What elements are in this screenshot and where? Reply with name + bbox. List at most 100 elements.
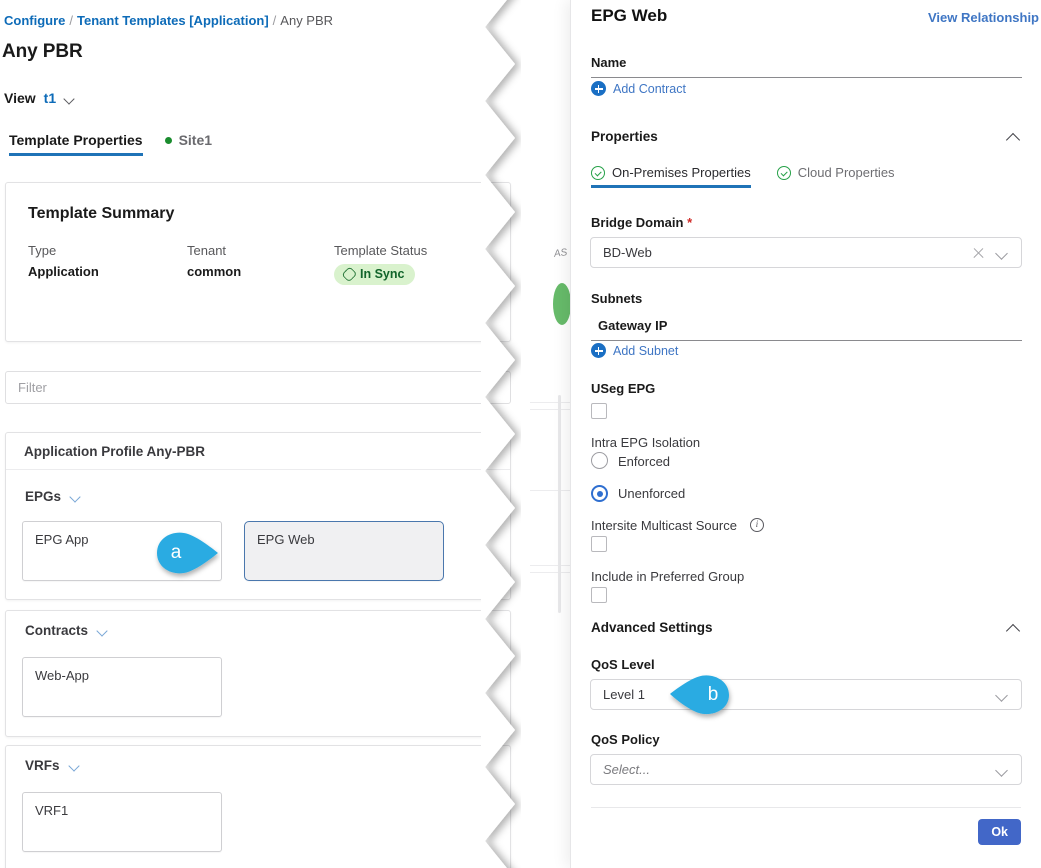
background-divider (530, 565, 570, 566)
status-badge-label: In Sync (360, 267, 405, 281)
background-divider (530, 409, 570, 410)
check-circle-icon (591, 165, 605, 180)
tab-on-premises-properties-label: On-Premises Properties (612, 165, 751, 180)
clear-icon[interactable] (972, 246, 985, 259)
plus-icon (591, 343, 606, 358)
radio-unenforced[interactable] (591, 485, 608, 502)
view-selector[interactable]: View t1 (4, 90, 75, 106)
contract-card-web-app-label: Web-App (35, 668, 89, 683)
epg-card-web-label: EPG Web (257, 532, 315, 547)
subnets-label: Subnets (591, 291, 643, 306)
summary-field-type: Type Application (28, 243, 99, 279)
bridge-domain-select[interactable]: BD-Web (590, 237, 1022, 268)
info-icon[interactable]: i (750, 518, 764, 532)
summary-field-tenant-value: common (187, 264, 242, 279)
qos-policy-select[interactable]: Select... (590, 754, 1022, 785)
include-preferred-group-checkbox[interactable] (591, 587, 607, 603)
ok-button[interactable]: Ok (978, 819, 1021, 845)
contract-card-web-app[interactable]: Web-App (22, 657, 222, 717)
bridge-domain-label: Bridge Domain * (591, 215, 692, 230)
status-badge: In Sync (334, 264, 416, 285)
chevron-down-icon[interactable] (69, 760, 80, 771)
torn-paper-edge (481, 0, 515, 868)
qos-policy-placeholder: Select... (603, 762, 650, 777)
vrf-card-vrf1-label: VRF1 (35, 803, 69, 818)
contracts-card: Contracts Web-App (5, 610, 511, 737)
filter-input[interactable]: Filter (5, 371, 511, 404)
background-partial-text: AS (553, 247, 569, 260)
group-header-contracts-label: Contracts (25, 623, 89, 638)
useg-epg-checkbox[interactable] (591, 403, 607, 419)
include-preferred-group-label: Include in Preferred Group (591, 569, 745, 584)
breadcrumb-current: Any PBR (280, 13, 334, 28)
epg-card-app-label: EPG App (35, 532, 89, 547)
link-icon (341, 266, 358, 283)
add-subnet-button[interactable]: Add Subnet (591, 343, 678, 358)
template-summary-card: Template Summary Type Application Tenant… (5, 182, 511, 342)
application-profile-header: Application Profile Any-PBR (6, 433, 510, 470)
background-sliver: AS (516, 0, 570, 868)
chevron-down-icon[interactable] (97, 625, 108, 636)
breadcrumb-link-tenant-templates[interactable]: Tenant Templates [Application] (77, 13, 269, 28)
summary-field-status: Template Status In Sync (334, 243, 427, 285)
callout-b: b (668, 670, 740, 722)
properties-section-title: Properties (591, 129, 658, 144)
template-summary-title: Template Summary (28, 205, 175, 222)
template-tabs: Template Properties Site1 (0, 132, 516, 156)
chevron-up-icon-advanced[interactable] (1007, 621, 1021, 635)
add-contract-label: Add Contract (613, 81, 686, 96)
bridge-domain-value: BD-Web (603, 245, 652, 260)
breadcrumb-separator-2: / (272, 13, 277, 28)
tab-site1[interactable]: Site1 (164, 132, 212, 156)
qos-policy-label: QoS Policy (591, 732, 660, 747)
panel-footer-divider (591, 807, 1021, 808)
callout-b-letter: b (707, 684, 719, 705)
chevron-down-icon[interactable] (996, 766, 1008, 778)
tab-cloud-properties-label: Cloud Properties (797, 165, 895, 180)
chevron-down-icon[interactable] (64, 93, 75, 104)
chevron-up-icon-properties[interactable] (1007, 130, 1021, 144)
breadcrumb-link-configure[interactable]: Configure (4, 13, 65, 28)
tab-on-premises-properties[interactable]: On-Premises Properties (591, 165, 751, 188)
add-subnet-label: Add Subnet (613, 343, 679, 358)
page-title: Any PBR (2, 41, 83, 62)
chevron-down-icon[interactable] (996, 249, 1008, 261)
radio-enforced[interactable] (591, 452, 608, 469)
background-green-shape (553, 283, 570, 325)
subnets-header-underline (591, 340, 1022, 341)
summary-field-tenant: Tenant common (187, 243, 241, 279)
tab-cloud-properties[interactable]: Cloud Properties (776, 165, 895, 188)
application-profile-card: Application Profile Any-PBR EPGs EPG App… (5, 432, 511, 600)
qos-level-value: Level 1 (603, 687, 645, 702)
view-relationship-link[interactable]: View Relationship (928, 10, 1039, 25)
intra-epg-isolation-label: Intra EPG Isolation (591, 435, 701, 450)
chevron-down-icon[interactable] (996, 691, 1008, 703)
chevron-down-icon[interactable] (70, 491, 81, 502)
view-label: View (4, 90, 36, 106)
group-header-epgs[interactable]: EPGs (25, 489, 81, 504)
scrollbar-thumb[interactable] (558, 395, 561, 613)
required-asterisk: * (687, 215, 693, 230)
intersite-multicast-source-checkbox[interactable] (591, 536, 607, 552)
summary-field-status-label: Template Status (334, 243, 428, 258)
group-header-vrfs[interactable]: VRFs (25, 758, 80, 773)
qos-level-select[interactable]: Level 1 (590, 679, 1022, 710)
add-contract-button[interactable]: Add Contract (591, 81, 686, 96)
background-divider (530, 572, 570, 573)
background-divider (530, 402, 570, 403)
summary-field-type-label: Type (28, 243, 57, 258)
group-header-contracts[interactable]: Contracts (25, 623, 108, 638)
tab-template-properties-label: Template Properties (9, 132, 143, 148)
contracts-header-underline (591, 77, 1022, 78)
bridge-domain-label-text: Bridge Domain (591, 215, 684, 230)
vrf-card-vrf1[interactable]: VRF1 (22, 792, 222, 852)
summary-field-type-value: Application (28, 264, 99, 279)
epg-detail-panel: EPG Web View Relationship Name Add Contr… (570, 0, 1041, 868)
group-header-epgs-label: EPGs (25, 489, 62, 504)
view-value: t1 (43, 90, 57, 106)
tab-template-properties[interactable]: Template Properties (9, 132, 143, 156)
panel-title: EPG Web (591, 6, 668, 25)
epg-card-web[interactable]: EPG Web (244, 521, 444, 581)
breadcrumb: Configure / Tenant Templates [Application]… (4, 13, 333, 28)
contracts-column-header: Name (591, 55, 627, 70)
